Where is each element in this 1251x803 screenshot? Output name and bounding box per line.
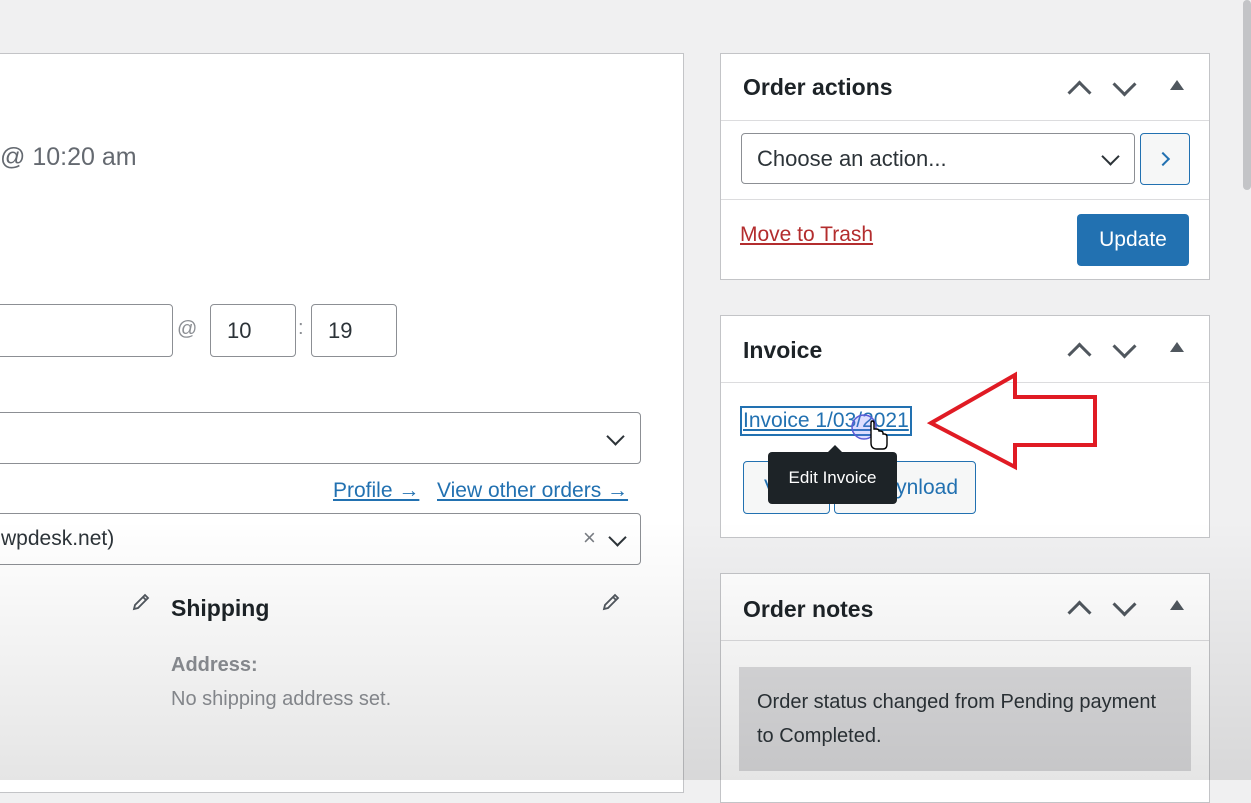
edit-invoice-tooltip: Edit Invoice [768, 445, 897, 504]
shipping-address-label: Address: [171, 654, 258, 676]
invoice-title: Invoice [743, 337, 823, 363]
download-invoice-label: ynload [896, 475, 958, 499]
arrow-right-icon [1155, 151, 1171, 167]
chevron-down-icon[interactable] [1112, 592, 1137, 617]
chevron-down-icon[interactable] [1112, 334, 1137, 359]
order-action-select[interactable]: Choose an action... [741, 133, 1135, 184]
order-note-text: Order status changed from Pending paymen… [757, 691, 1157, 747]
page-scrollbar[interactable] [1243, 0, 1251, 190]
triangle-up-icon[interactable] [1170, 600, 1184, 610]
chevron-up-icon[interactable] [1067, 80, 1092, 105]
triangle-up-icon[interactable] [1170, 342, 1184, 352]
shipping-heading: Shipping [171, 595, 270, 621]
chevron-up-icon[interactable] [1067, 342, 1092, 367]
pencil-icon[interactable] [601, 592, 621, 612]
order-minute-input[interactable]: 19 [311, 304, 397, 357]
view-other-orders-link[interactable]: View other orders → [437, 479, 628, 503]
colon-separator: : [298, 317, 304, 339]
order-date-input[interactable] [0, 304, 173, 357]
update-button[interactable]: Update [1077, 214, 1189, 266]
order-actions-title: Order actions [743, 74, 893, 100]
order-minute-value: 19 [328, 318, 353, 343]
at-separator: @ [177, 318, 198, 340]
triangle-up-icon[interactable] [1170, 80, 1184, 90]
shipping-address-value: No shipping address set. [171, 688, 392, 710]
order-notes-header: Order notes [721, 574, 1209, 641]
order-hour-input[interactable]: 10 [210, 304, 296, 357]
move-to-trash-link[interactable]: Move to Trash [740, 223, 873, 247]
order-actions-box: Order actions Choose an action... Move t… [720, 53, 1210, 280]
customer-profile-link[interactable]: Profile → [333, 479, 419, 503]
order-hour-value: 10 [227, 318, 252, 343]
customer-select-value: wpdesk.net) [1, 527, 115, 550]
cursor-hand-icon [851, 414, 888, 450]
chevron-up-icon[interactable] [1067, 600, 1092, 625]
order-actions-header: Order actions [721, 54, 1209, 121]
order-notes-box: Order notes Order status changed from Pe… [720, 573, 1210, 803]
customer-select[interactable]: wpdesk.net) × [0, 513, 641, 565]
chevron-down-icon [1101, 147, 1120, 166]
chevron-down-icon[interactable] [1112, 72, 1137, 97]
order-action-select-value: Choose an action... [757, 146, 947, 171]
close-icon[interactable]: × [583, 525, 596, 551]
chevron-down-icon [606, 427, 625, 446]
order-status-select[interactable] [0, 412, 641, 464]
order-date-heading: @ 10:20 am [0, 143, 137, 171]
chevron-down-icon [608, 528, 627, 547]
pencil-icon[interactable] [131, 592, 151, 612]
apply-action-button[interactable] [1140, 133, 1190, 185]
order-note: Order status changed from Pending paymen… [739, 667, 1191, 771]
annotation-arrow-icon [926, 371, 1097, 471]
order-notes-title: Order notes [743, 596, 874, 622]
order-actions-divider [721, 199, 1209, 200]
